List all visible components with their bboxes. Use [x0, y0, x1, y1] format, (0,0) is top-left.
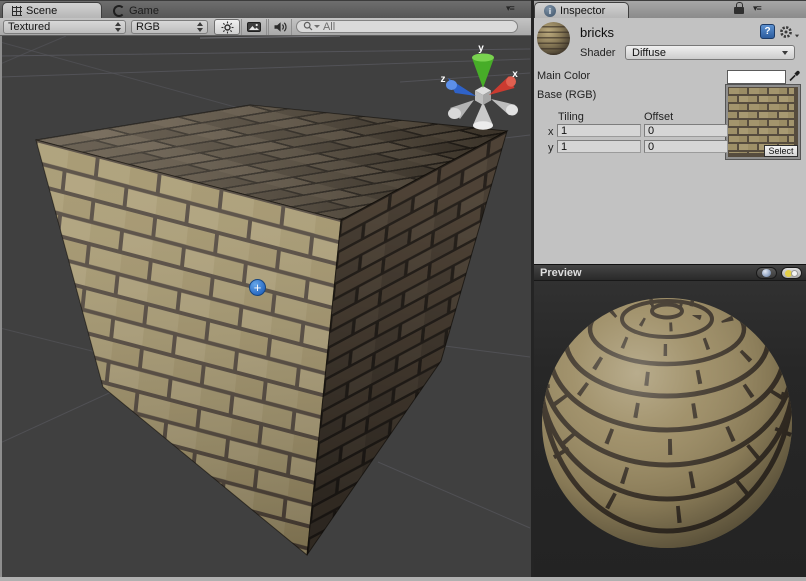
offset-y-input[interactable]	[644, 140, 728, 153]
gizmo-x-label: x	[512, 69, 518, 80]
gizmo-z-label: z	[441, 74, 446, 85]
scene-audio-button[interactable]	[268, 19, 292, 35]
base-texture-thumbnail[interactable]: Select	[726, 85, 800, 159]
unity-editor-window: Scene Game ▾≡ Textured RGB	[0, 0, 806, 581]
updown-arrows-icon	[115, 22, 121, 32]
tab-game[interactable]: Game	[104, 2, 194, 19]
preview-add-button[interactable]: +	[249, 279, 266, 296]
preview-title: Preview	[540, 267, 756, 279]
axis-x-label: x	[548, 126, 554, 138]
tiling-column-header: Tiling	[558, 111, 584, 123]
scene-toolbar: Textured RGB	[0, 18, 531, 36]
scene-effects-button[interactable]	[241, 19, 267, 35]
preview-header[interactable]: Preview	[534, 264, 806, 281]
tab-game-label: Game	[129, 5, 159, 17]
brick-texture-image	[728, 87, 794, 153]
offset-column-header: Offset	[644, 111, 673, 123]
base-texture-label: Base (RGB)	[537, 89, 596, 101]
updown-arrows-icon	[197, 22, 203, 32]
tab-scene[interactable]: Scene	[2, 2, 102, 19]
gear-dropdown-arrow-icon	[795, 35, 799, 38]
shader-dropdown[interactable]: Diffuse	[625, 45, 795, 60]
inspector-panel-menu-icon[interactable]: ▾≡	[753, 3, 761, 14]
scene-lighting-button[interactable]	[214, 19, 240, 35]
gizmo-z-cone-cap	[446, 80, 457, 90]
scene-grid-icon	[12, 6, 22, 16]
material-name: bricks	[580, 25, 614, 40]
gizmo-y-cone[interactable]	[472, 58, 494, 88]
help-icon[interactable]: ?	[760, 24, 775, 39]
scene-tabbar: Scene Game ▾≡	[0, 0, 531, 18]
preview-sphere-button[interactable]	[756, 267, 777, 279]
gizmo-y-cone-cap	[472, 54, 494, 62]
scene-search-field[interactable]	[296, 20, 518, 33]
context-menu-button[interactable]	[779, 25, 800, 39]
main-color-swatch[interactable]	[727, 70, 786, 84]
dropdown-arrow-icon	[782, 51, 788, 55]
shader-value: Diffuse	[632, 47, 782, 59]
shader-label: Shader	[580, 47, 615, 59]
gizmo-center-cube	[475, 86, 491, 105]
scene-panel-menu-icon[interactable]: ▾≡	[506, 3, 514, 14]
axis-y-label: y	[548, 142, 554, 154]
main-color-label: Main Color	[537, 70, 590, 82]
color-mode-value: RGB	[136, 21, 193, 33]
draw-mode-value: Textured	[8, 21, 111, 33]
tiling-y-input[interactable]	[557, 140, 641, 153]
sphere-icon	[762, 269, 771, 277]
speaker-icon	[274, 21, 287, 33]
search-icon	[303, 21, 313, 32]
eyedropper-icon[interactable]	[788, 68, 801, 82]
offset-x-input[interactable]	[644, 124, 728, 137]
search-input[interactable]	[323, 21, 511, 33]
tab-inspector-label: Inspector	[560, 5, 605, 17]
window-bottom-edge	[0, 577, 806, 581]
image-icon	[247, 22, 261, 32]
lock-icon[interactable]	[734, 7, 744, 14]
axis-gizmo[interactable]: y z x	[441, 43, 519, 130]
scene-3d-view: y z x	[0, 36, 531, 577]
texture-select-button[interactable]: Select	[764, 145, 798, 157]
panel-divider[interactable]	[531, 0, 534, 581]
inspector-tabbar: i Inspector ▾≡	[534, 0, 806, 18]
material-preview-sphere	[534, 281, 806, 577]
window-left-edge	[0, 36, 2, 577]
inspector-body: bricks Shader Diffuse ? Main Color Base …	[534, 18, 806, 264]
color-mode-dropdown[interactable]: RGB	[131, 20, 208, 34]
material-preview-ball	[537, 22, 570, 55]
draw-mode-dropdown[interactable]: Textured	[3, 20, 126, 34]
light-white-icon	[791, 270, 798, 277]
tab-scene-label: Scene	[26, 5, 57, 17]
tab-inspector[interactable]: i Inspector	[534, 2, 629, 19]
preview-lighting-button[interactable]	[781, 267, 802, 279]
tiling-x-input[interactable]	[557, 124, 641, 137]
sun-icon	[221, 21, 234, 34]
gear-icon	[779, 25, 793, 39]
game-controller-icon	[113, 5, 125, 17]
preview-body[interactable]	[534, 281, 806, 577]
info-icon: i	[544, 5, 556, 17]
gizmo-y-label: y	[478, 43, 484, 54]
scene-viewport[interactable]: y z x	[0, 36, 531, 577]
search-filter-arrow-icon[interactable]	[314, 25, 320, 28]
